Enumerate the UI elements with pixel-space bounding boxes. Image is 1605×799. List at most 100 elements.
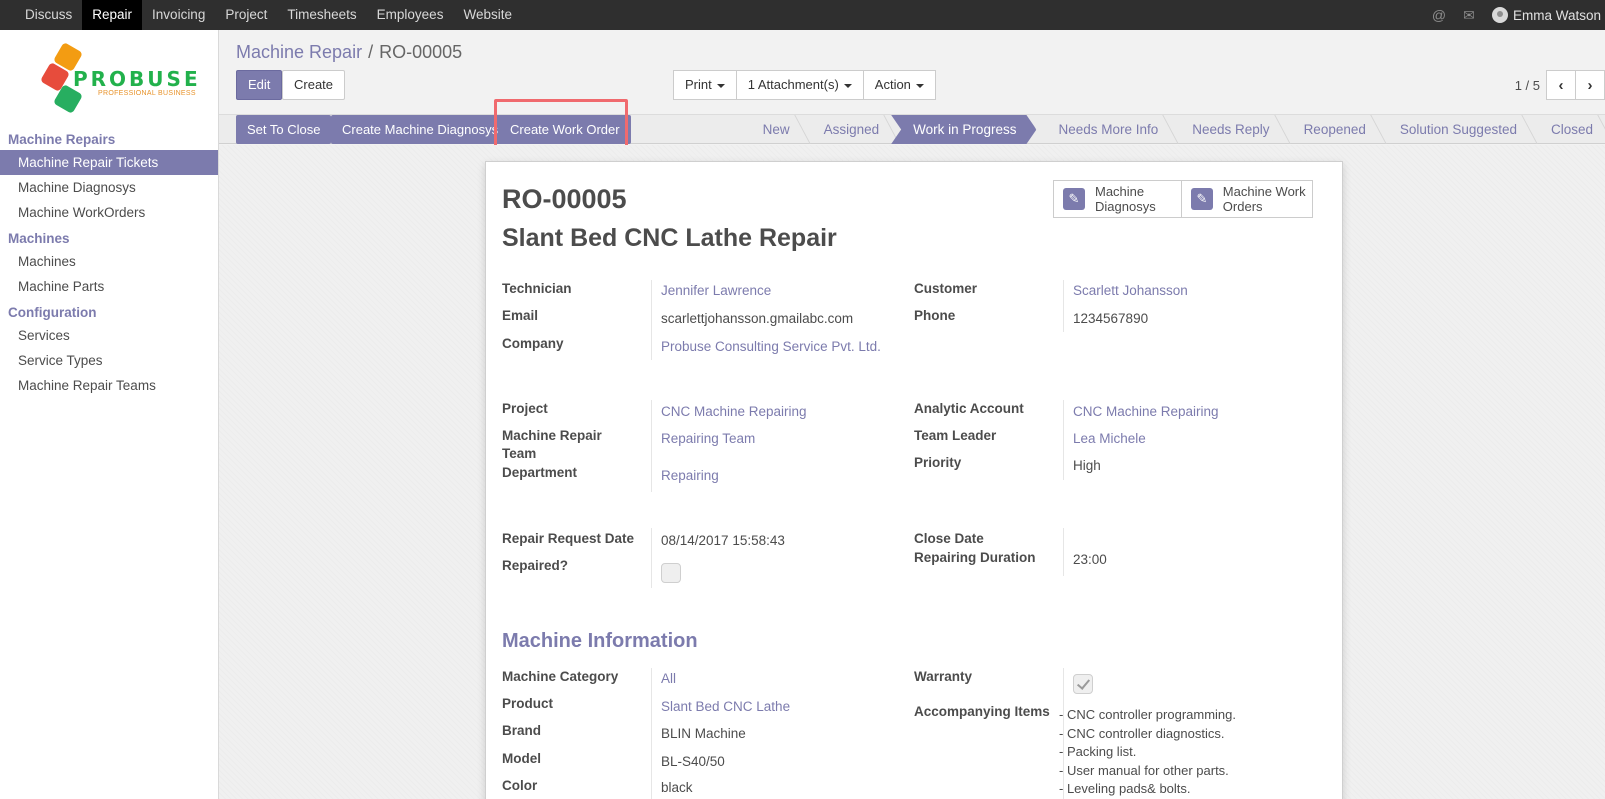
label-project: Project (502, 401, 548, 416)
sidebar-item-repair-teams[interactable]: Machine Repair Teams (0, 373, 218, 398)
field-company[interactable]: Probuse Consulting Service Pvt. Ltd. (661, 338, 881, 356)
label-priority: Priority (914, 455, 962, 470)
form-sheet: RO-00005 Slant Bed CNC Lathe Repair ✎ Ma… (485, 161, 1343, 799)
label-repairing-duration: Repairing Duration (914, 550, 1036, 565)
set-to-close-button[interactable]: Set To Close (236, 115, 332, 144)
field-model: BL-S40/50 (661, 754, 725, 769)
field-divider (651, 400, 652, 492)
label-accompanying-items: Accompanying Items (914, 704, 1050, 719)
stage-reopened[interactable]: Reopened (1282, 115, 1378, 144)
field-repair-team[interactable]: Repairing Team (661, 430, 755, 448)
field-divider (651, 528, 652, 588)
stage-solution-suggested[interactable]: Solution Suggested (1378, 115, 1529, 144)
menu-repair[interactable]: Repair (82, 0, 143, 30)
stage-needs-more-info[interactable]: Needs More Info (1036, 115, 1170, 144)
field-project[interactable]: CNC Machine Repairing (661, 403, 807, 421)
label-email: Email (502, 308, 539, 323)
field-accompanying-items: - CNC controller programming. - CNC cont… (1059, 706, 1236, 799)
label-color: Color (502, 778, 538, 793)
section-configuration: Configuration (8, 305, 97, 320)
at-mention-icon[interactable]: @ (1424, 7, 1454, 23)
field-product[interactable]: Slant Bed CNC Lathe (661, 698, 790, 716)
smart-button-workorders[interactable]: ✎ Machine Work Orders (1181, 180, 1313, 218)
sidebar-item-diagnosys[interactable]: Machine Diagnosys (0, 175, 218, 200)
repaired-checkbox[interactable] (661, 563, 681, 583)
field-repairing-duration: 23:00 (1073, 552, 1107, 567)
app-menu: Discuss Repair Invoicing Project Timeshe… (0, 0, 522, 30)
create-button[interactable]: Create (282, 70, 346, 100)
label-technician: Technician (502, 281, 572, 296)
smart-button-diagnosys[interactable]: ✎ Machine Diagnosys (1053, 180, 1182, 218)
menu-project[interactable]: Project (215, 0, 277, 30)
label-repair-team: Machine Repair Team (502, 428, 602, 461)
sidebar-item-workorders[interactable]: Machine WorkOrders (0, 200, 218, 225)
label-brand: Brand (502, 723, 542, 738)
list-item: - CNC controller programming. (1059, 707, 1236, 722)
caret-down-icon (843, 83, 852, 88)
systray: @ ✉ Emma Watson (1424, 0, 1605, 30)
print-label: Print (685, 77, 712, 92)
label-department: Department (502, 465, 578, 480)
stage-needs-reply[interactable]: Needs Reply (1170, 115, 1281, 144)
sidebar-actions: Print 1 Attachment(s) Action (673, 70, 936, 100)
form-statusbar: Set To Close Create Machine Diagnosys Cr… (219, 114, 1605, 144)
action-label: Action (874, 77, 911, 92)
section-machine-repairs: Machine Repairs (8, 132, 116, 147)
field-customer[interactable]: Scarlett Johansson (1073, 282, 1188, 300)
section-machines: Machines (8, 231, 70, 246)
menu-invoicing[interactable]: Invoicing (142, 0, 215, 30)
field-analytic-account[interactable]: CNC Machine Repairing (1073, 403, 1219, 421)
logo-subtitle: PROFESSIONAL BUSINESS (98, 90, 196, 97)
label-close-date: Close Date (914, 531, 984, 546)
field-divider (1063, 400, 1064, 480)
field-brand: BLIN Machine (661, 726, 746, 741)
field-team-leader[interactable]: Lea Michele (1073, 430, 1146, 448)
list-item: - User manual for other parts. (1059, 762, 1229, 778)
chat-bubbles-icon[interactable]: ✉ (1454, 7, 1484, 24)
breadcrumb: Machine Repair / RO-00005 (236, 42, 462, 63)
field-color: black (661, 780, 693, 795)
attachments-dropdown[interactable]: 1 Attachment(s) (735, 70, 864, 100)
stage-new[interactable]: New (741, 115, 802, 144)
field-email: scarlettjohansson.gmailabc.com (661, 311, 854, 326)
form-canvas: RO-00005 Slant Bed CNC Lathe Repair ✎ Ma… (219, 145, 1605, 799)
print-dropdown[interactable]: Print (673, 70, 737, 100)
stage-closed[interactable]: Closed (1529, 115, 1605, 144)
sidebar-item-service-types[interactable]: Service Types (0, 348, 218, 373)
user-avatar-icon (1491, 7, 1508, 23)
action-dropdown[interactable]: Action (862, 70, 936, 100)
field-department[interactable]: Repairing (661, 467, 719, 485)
pencil-icon: ✎ (1063, 188, 1085, 210)
menu-employees[interactable]: Employees (367, 0, 454, 30)
sidebar-item-services[interactable]: Services (0, 323, 218, 348)
label-repaired: Repaired? (502, 558, 569, 573)
edit-button[interactable]: Edit (236, 70, 283, 100)
pager-previous-icon[interactable]: ‹ (1546, 70, 1576, 100)
control-panel: Machine Repair / RO-00005 Edit Create Prin… (219, 30, 1605, 114)
stage-work-in-progress[interactable]: Work in Progress (891, 115, 1036, 144)
sidebar-item-repair-tickets[interactable]: Machine Repair Tickets (0, 150, 218, 175)
top-navbar: Discuss Repair Invoicing Project Timeshe… (0, 0, 1605, 30)
label-product: Product (502, 696, 554, 711)
field-phone: 1234567890 (1073, 311, 1149, 326)
warranty-checkbox[interactable] (1073, 674, 1093, 694)
menu-website[interactable]: Website (453, 0, 522, 30)
pager-next-icon[interactable]: › (1575, 70, 1605, 100)
label-company: Company (502, 336, 564, 351)
create-diagnosys-button[interactable]: Create Machine Diagnosys (331, 115, 510, 144)
menu-timesheets[interactable]: Timesheets (277, 0, 366, 30)
sidebar: PROBUSE PROFESSIONAL BUSINESS Machine Re… (0, 30, 219, 799)
user-menu[interactable]: Emma Watson (1484, 7, 1605, 23)
breadcrumb-parent[interactable]: Machine Repair (236, 42, 362, 62)
field-machine-category[interactable]: All (661, 670, 676, 688)
field-divider (1063, 528, 1064, 576)
pager-value[interactable]: 1 / 5 (1515, 78, 1540, 93)
stage-assigned[interactable]: Assigned (802, 115, 892, 144)
menu-discuss[interactable]: Discuss (15, 0, 82, 30)
user-name: Emma Watson (1512, 7, 1601, 23)
label-team-leader: Team Leader (914, 428, 997, 443)
sidebar-item-machine-parts[interactable]: Machine Parts (0, 274, 218, 299)
field-technician[interactable]: Jennifer Lawrence (661, 282, 771, 300)
label-model: Model (502, 751, 541, 766)
sidebar-item-machines[interactable]: Machines (0, 249, 218, 274)
